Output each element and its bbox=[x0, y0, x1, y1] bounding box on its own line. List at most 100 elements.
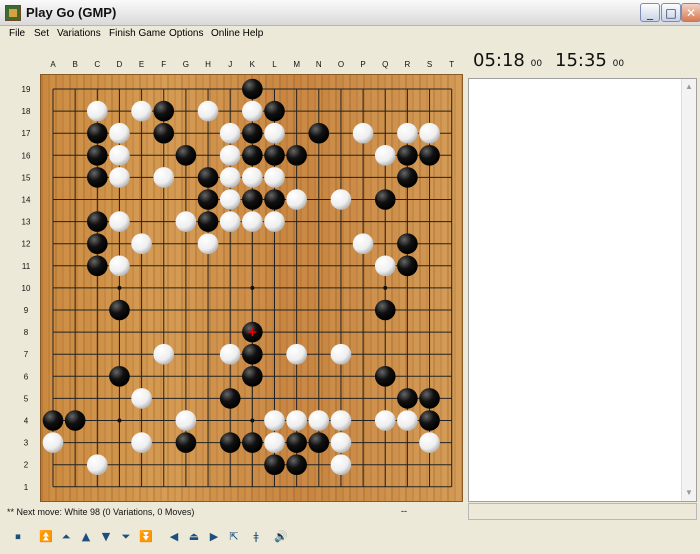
black-stone bbox=[197, 167, 219, 188]
white-stone bbox=[219, 145, 241, 166]
back-ten-button[interactable]: ⏶ bbox=[57, 529, 75, 545]
white-stone bbox=[87, 100, 108, 122]
column-label: H bbox=[205, 60, 211, 69]
black-stone bbox=[397, 167, 418, 188]
row-label: 9 bbox=[24, 306, 29, 315]
black-stone bbox=[242, 145, 263, 166]
white-stone bbox=[219, 211, 241, 232]
black-stone bbox=[374, 189, 396, 210]
column-label: G bbox=[183, 60, 189, 69]
white-stone bbox=[308, 410, 330, 431]
black-stone bbox=[286, 432, 307, 453]
white-stone bbox=[109, 167, 130, 188]
white-stone bbox=[153, 343, 175, 365]
row-label: 2 bbox=[24, 461, 29, 470]
black-clock-periods: 00 bbox=[530, 59, 543, 69]
column-label: B bbox=[72, 60, 77, 69]
row-label: 16 bbox=[22, 151, 31, 160]
go-to-move-button[interactable]: ⇱ bbox=[225, 529, 243, 545]
comment-scrollbar[interactable]: ▲ ▼ bbox=[681, 79, 696, 501]
comment-panel[interactable]: ▲ ▼ bbox=[468, 78, 697, 502]
column-label: D bbox=[117, 60, 123, 69]
white-stone bbox=[374, 255, 396, 277]
stop-button[interactable]: ⏹ bbox=[9, 529, 27, 545]
prev-variation-button[interactable]: ◀ bbox=[165, 529, 183, 545]
row-label: 19 bbox=[22, 85, 31, 94]
first-move-button[interactable]: ⏫ bbox=[37, 529, 55, 545]
black-stone bbox=[264, 100, 285, 122]
column-label: P bbox=[360, 60, 365, 69]
black-stone bbox=[87, 167, 108, 188]
white-stone bbox=[286, 189, 307, 210]
black-stone bbox=[397, 145, 418, 166]
white-stone bbox=[264, 211, 285, 232]
back-one-button[interactable]: ▲ bbox=[77, 529, 95, 545]
white-stone bbox=[330, 432, 352, 453]
variation-root-button[interactable]: ⏏ bbox=[185, 529, 203, 545]
black-stone bbox=[42, 410, 64, 431]
status-right-pane bbox=[468, 503, 697, 520]
column-label: C bbox=[94, 60, 100, 69]
scroll-up-icon[interactable]: ▲ bbox=[683, 81, 695, 93]
last-move-button[interactable]: ⏬ bbox=[137, 529, 155, 545]
row-label: 3 bbox=[24, 439, 29, 448]
forward-one-button[interactable]: ▼ bbox=[97, 529, 115, 545]
white-stone bbox=[42, 432, 64, 453]
column-label: R bbox=[405, 60, 411, 69]
row-label: 4 bbox=[24, 417, 29, 426]
column-label: J bbox=[228, 60, 232, 69]
minimize-button[interactable]: _ bbox=[640, 3, 660, 22]
black-stone bbox=[219, 388, 241, 409]
sound-button[interactable]: 🔊 bbox=[272, 529, 290, 545]
scroll-down-icon[interactable]: ▼ bbox=[683, 487, 695, 499]
row-label: 14 bbox=[22, 196, 31, 205]
white-stone bbox=[286, 410, 307, 431]
column-label: O bbox=[338, 60, 344, 69]
white-stone bbox=[242, 211, 263, 232]
column-label: Q bbox=[382, 60, 388, 69]
status-message: ** Next move: White 98 (0 Variations, 0 … bbox=[7, 507, 195, 517]
black-stone bbox=[242, 189, 263, 210]
black-stone bbox=[242, 366, 263, 387]
black-stone bbox=[219, 432, 241, 453]
black-stone bbox=[264, 145, 285, 166]
maximize-button[interactable]: □ bbox=[661, 3, 681, 22]
black-stone bbox=[242, 432, 263, 453]
column-label: A bbox=[50, 60, 56, 69]
white-stone bbox=[264, 167, 285, 188]
black-stone bbox=[153, 100, 175, 122]
close-button[interactable]: ✕ bbox=[681, 3, 700, 22]
forward-ten-button[interactable]: ⏷ bbox=[117, 529, 135, 545]
white-stone bbox=[219, 189, 241, 210]
white-stone bbox=[109, 122, 130, 144]
white-stone bbox=[397, 410, 418, 431]
black-stone bbox=[197, 189, 219, 210]
marker-button[interactable]: ǂ bbox=[247, 529, 265, 545]
row-label: 17 bbox=[22, 129, 31, 138]
row-label: 6 bbox=[24, 372, 29, 381]
black-stone bbox=[374, 299, 396, 321]
black-stone bbox=[87, 255, 108, 277]
black-stone bbox=[87, 211, 108, 232]
white-stone bbox=[264, 122, 285, 144]
white-stone bbox=[242, 167, 263, 188]
black-stone bbox=[419, 410, 440, 431]
black-stone bbox=[286, 454, 307, 476]
white-stone bbox=[109, 255, 130, 277]
white-stone bbox=[330, 343, 352, 365]
white-stone bbox=[131, 432, 152, 453]
black-stone bbox=[87, 145, 108, 166]
black-stone bbox=[264, 189, 285, 210]
next-variation-button[interactable]: ▶ bbox=[205, 529, 223, 545]
row-label: 10 bbox=[22, 284, 31, 293]
black-stone bbox=[374, 366, 396, 387]
go-board[interactable]: A B C D E F G H J K L M N O P Q R S T191817161514131211109… bbox=[0, 0, 470, 502]
row-label: 15 bbox=[22, 173, 31, 182]
white-clock: 15:35 00 bbox=[555, 50, 624, 71]
white-stone bbox=[109, 211, 130, 232]
white-stone bbox=[131, 100, 152, 122]
white-stone bbox=[264, 410, 285, 431]
black-stone bbox=[109, 299, 130, 321]
black-stone bbox=[419, 145, 440, 166]
white-stone bbox=[286, 343, 307, 365]
